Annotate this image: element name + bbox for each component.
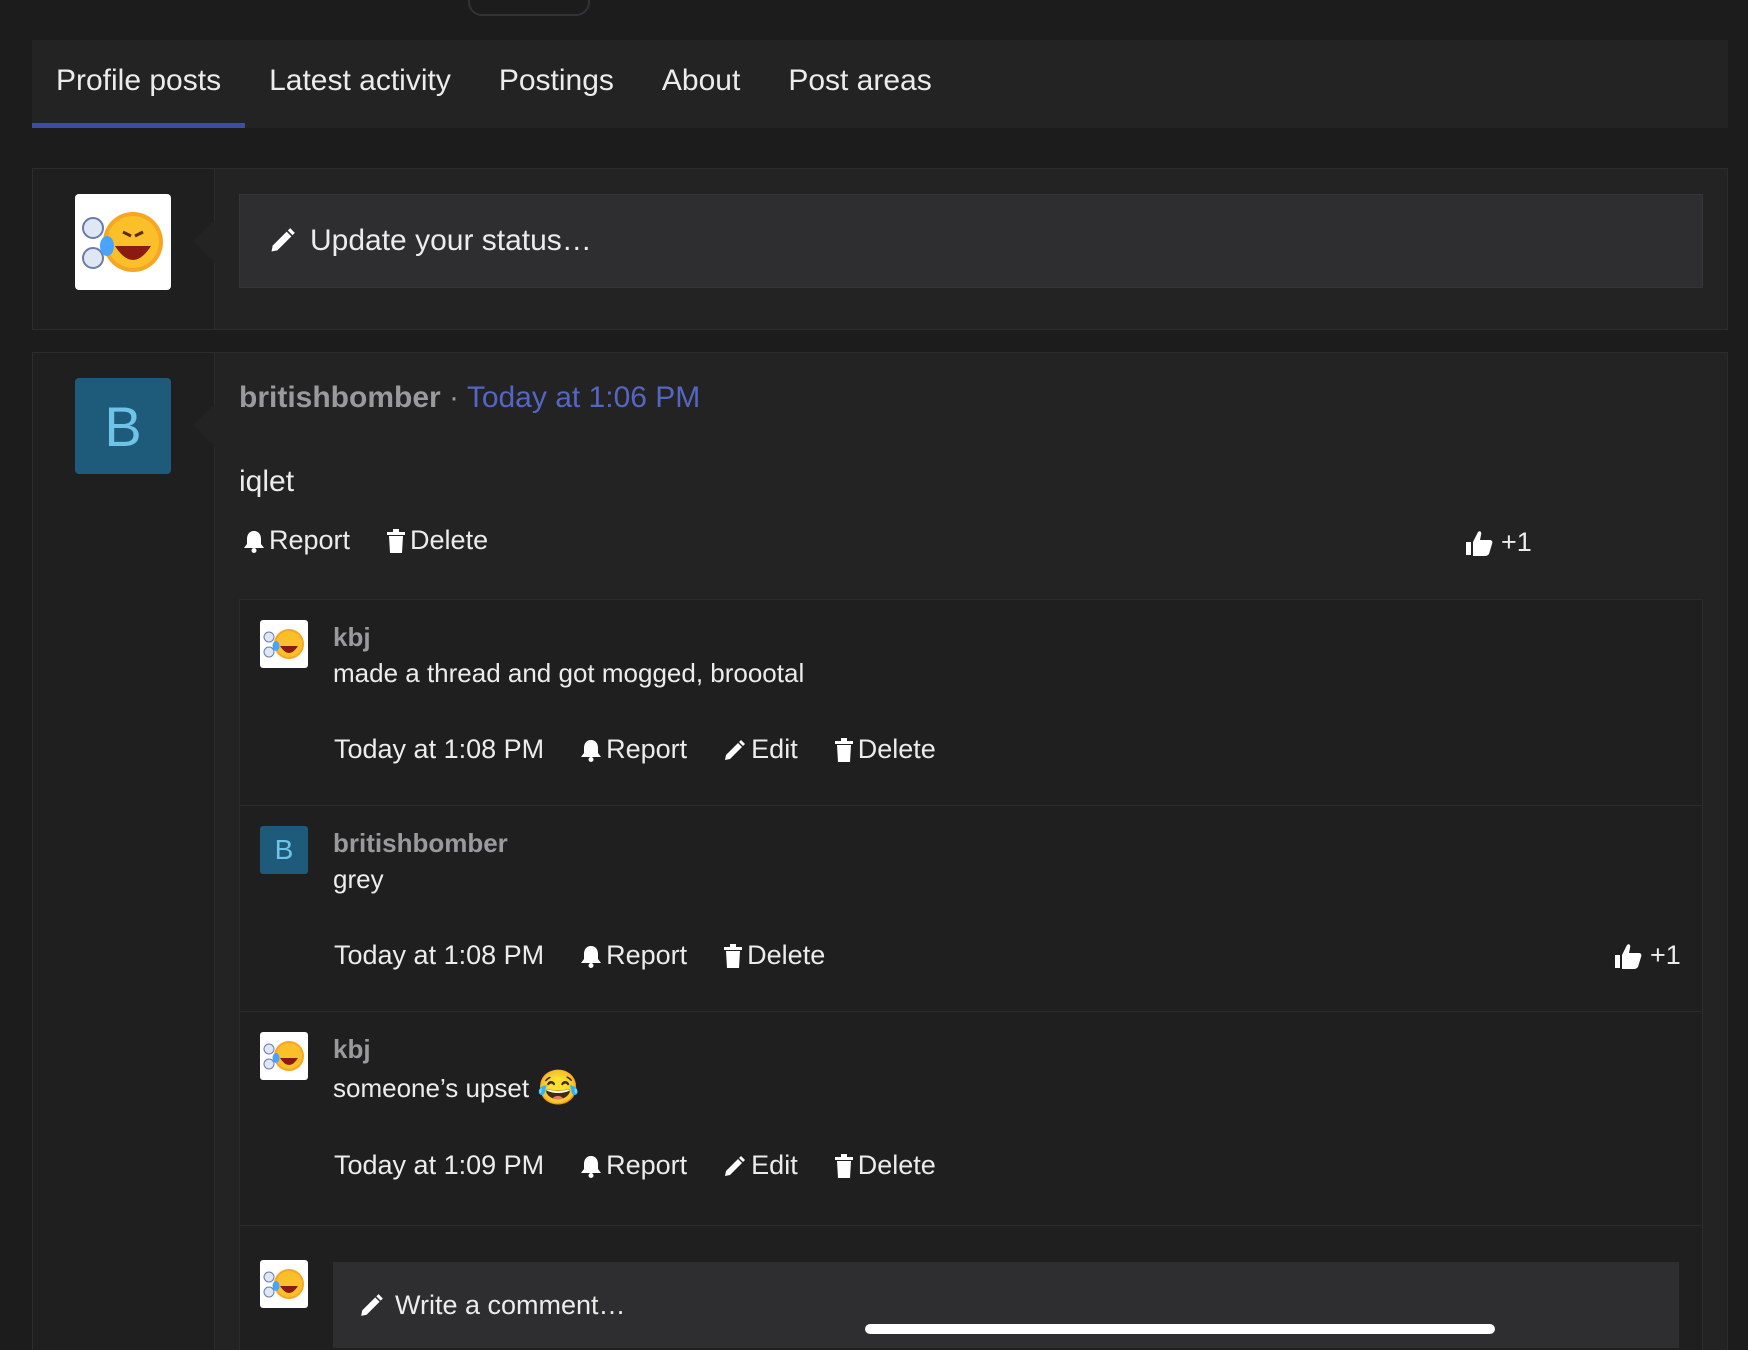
delete-label: Delete bbox=[857, 734, 936, 764]
comment-username[interactable]: kbj bbox=[333, 622, 371, 653]
comment-timestamp[interactable]: Today at 1:08 PM bbox=[334, 940, 544, 971]
comment-placeholder: Write a comment… bbox=[395, 1289, 626, 1320]
status-update-block: Update your status… bbox=[32, 168, 1728, 330]
bell-icon bbox=[581, 945, 602, 968]
edit-button[interactable]: Edit bbox=[723, 1150, 798, 1181]
report-button[interactable]: Report bbox=[580, 940, 687, 971]
avatar[interactable]: B bbox=[260, 826, 308, 874]
status-placeholder: Update your status… bbox=[310, 224, 592, 257]
pencil-icon bbox=[725, 1155, 746, 1176]
post-separator: · bbox=[440, 381, 467, 414]
pencil-icon bbox=[271, 228, 295, 252]
profile-tabs: Profile posts Latest activity Postings A… bbox=[32, 40, 1728, 128]
like-count: +1 bbox=[1501, 527, 1532, 557]
comment-text: someone’s upset bbox=[333, 1072, 530, 1103]
comment-timestamp[interactable]: Today at 1:09 PM bbox=[334, 1150, 544, 1181]
report-label: Report bbox=[606, 940, 688, 970]
post-username[interactable]: britishbomber bbox=[239, 381, 441, 414]
tears-of-joy-emoji-icon: 😂 bbox=[537, 1069, 580, 1107]
like-count: +1 bbox=[1650, 940, 1681, 970]
comment-text: grey bbox=[333, 864, 384, 894]
comment-item: kbj made a thread and got mogged, brooot… bbox=[240, 600, 1702, 806]
edit-label: Edit bbox=[751, 1150, 798, 1180]
comment-username[interactable]: britishbomber bbox=[333, 828, 508, 859]
trash-icon bbox=[724, 943, 743, 968]
thumbs-up-icon bbox=[1615, 943, 1642, 969]
tab-latest-activity[interactable]: Latest activity bbox=[245, 40, 475, 128]
profile-post: B britishbomber · Today at 1:06 PM iqlet… bbox=[32, 352, 1728, 1350]
tab-about[interactable]: About bbox=[638, 40, 764, 128]
comment-actions: Today at 1:08 PM Report Delete bbox=[334, 940, 861, 971]
like-button[interactable]: +1 bbox=[1614, 940, 1681, 971]
report-button[interactable]: Report bbox=[580, 734, 687, 765]
avatar-pointer bbox=[193, 403, 215, 447]
post-actions: Report Delete bbox=[243, 525, 524, 556]
delete-label: Delete bbox=[410, 525, 489, 555]
bell-icon bbox=[581, 739, 602, 762]
tab-profile-posts[interactable]: Profile posts bbox=[32, 40, 246, 128]
crying-laughing-emoji-icon bbox=[263, 1041, 304, 1071]
delete-button[interactable]: Delete bbox=[386, 525, 488, 556]
edit-label: Edit bbox=[751, 734, 798, 764]
avatar-pointer bbox=[193, 219, 215, 263]
trash-icon bbox=[387, 528, 406, 553]
tab-post-areas[interactable]: Post areas bbox=[764, 40, 955, 128]
report-button[interactable]: Report bbox=[580, 1150, 687, 1181]
comments-list: kbj made a thread and got mogged, brooot… bbox=[239, 599, 1703, 1350]
avatar[interactable]: B bbox=[75, 378, 171, 474]
bell-icon bbox=[581, 1155, 602, 1178]
comment-item: B britishbomber grey Today at 1:08 PM Re… bbox=[240, 806, 1702, 1012]
like-button[interactable]: +1 bbox=[1465, 527, 1532, 558]
pencil-icon bbox=[361, 1294, 383, 1316]
comment-actions: Today at 1:08 PM Report Edit Delete bbox=[334, 734, 972, 765]
pencil-icon bbox=[725, 739, 746, 760]
avatar bbox=[260, 1260, 308, 1308]
bell-icon bbox=[244, 530, 264, 553]
crying-laughing-emoji-icon bbox=[263, 1269, 304, 1299]
delete-button[interactable]: Delete bbox=[834, 734, 936, 765]
report-button[interactable]: Report bbox=[243, 525, 350, 556]
post-body: iqlet bbox=[239, 465, 295, 498]
tab-postings[interactable]: Postings bbox=[475, 40, 638, 128]
report-label: Report bbox=[606, 1150, 688, 1180]
avatar-column: B bbox=[33, 353, 215, 1350]
post-header: britishbomber · Today at 1:06 PM bbox=[239, 381, 700, 415]
avatar[interactable] bbox=[75, 194, 171, 290]
comment-input[interactable]: Write a comment… bbox=[333, 1262, 1679, 1348]
comment-timestamp[interactable]: Today at 1:08 PM bbox=[334, 734, 544, 765]
report-label: Report bbox=[269, 525, 351, 555]
comment-actions: Today at 1:09 PM Report Edit Delete bbox=[334, 1150, 972, 1181]
avatar[interactable] bbox=[260, 620, 308, 668]
delete-label: Delete bbox=[857, 1150, 936, 1180]
trash-icon bbox=[834, 737, 853, 762]
trash-icon bbox=[834, 1153, 853, 1178]
delete-button[interactable]: Delete bbox=[834, 1150, 936, 1181]
comment-text-row: someone’s upset 😂 bbox=[333, 1068, 579, 1108]
avatar-column bbox=[33, 169, 215, 329]
crying-laughing-emoji-icon bbox=[82, 212, 163, 272]
status-input[interactable]: Update your status… bbox=[239, 194, 1703, 288]
avatar[interactable] bbox=[260, 1032, 308, 1080]
thumbs-up-icon bbox=[1466, 530, 1493, 556]
comment-item: kbj someone’s upset 😂 Today at 1:09 PM R… bbox=[240, 1012, 1702, 1226]
top-handle bbox=[468, 0, 590, 16]
post-timestamp[interactable]: Today at 1:06 PM bbox=[467, 381, 700, 414]
crying-laughing-emoji-icon bbox=[263, 629, 304, 659]
comment-text: made a thread and got mogged, broootal bbox=[333, 658, 805, 688]
delete-label: Delete bbox=[747, 940, 826, 970]
delete-button[interactable]: Delete bbox=[723, 940, 825, 971]
edit-button[interactable]: Edit bbox=[723, 734, 798, 765]
report-label: Report bbox=[606, 734, 688, 764]
home-indicator bbox=[865, 1324, 1495, 1334]
comment-username[interactable]: kbj bbox=[333, 1034, 371, 1065]
